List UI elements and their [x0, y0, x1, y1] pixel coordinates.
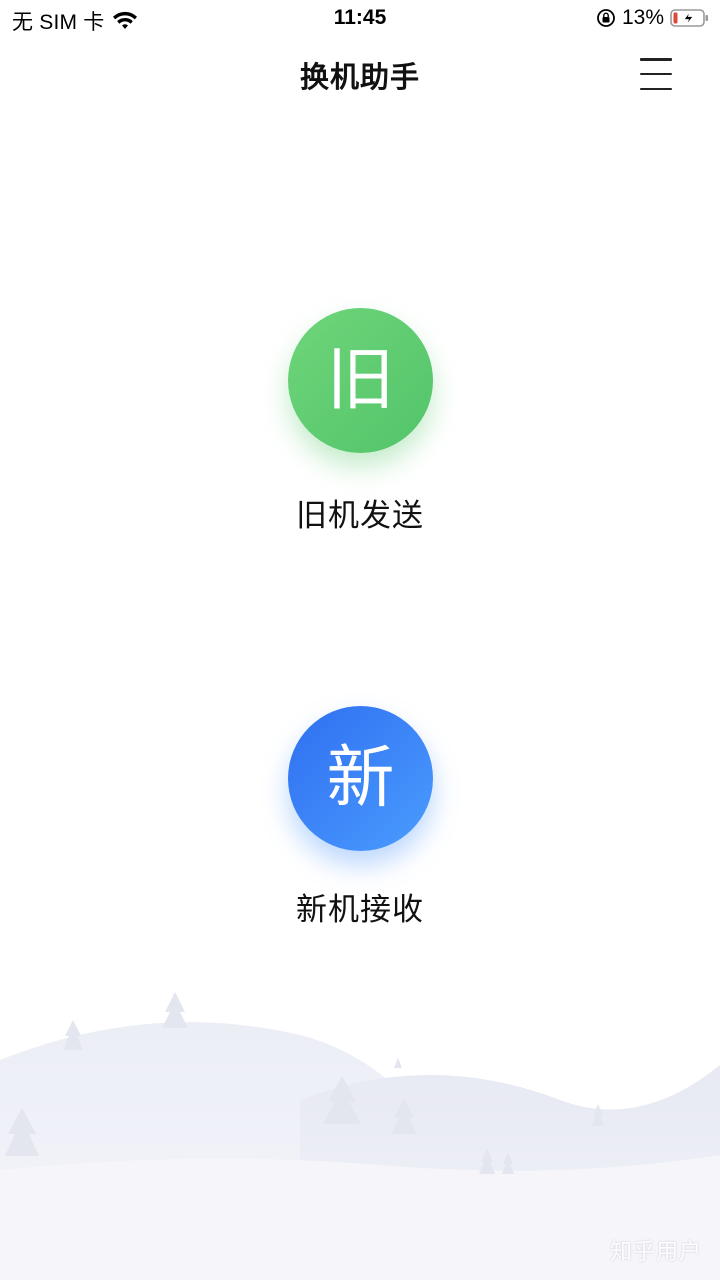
battery-percent: 13% [621, 6, 664, 29]
watermark: 知乎用户 [609, 1240, 702, 1265]
menu-icon-line [640, 72, 672, 76]
screen: 无 SIM 卡 11:45 13% 换机助手 旧 旧机发送 新 新机接收 知乎用… [0, 0, 720, 1280]
rotation-lock-icon [597, 9, 615, 27]
old-phone-send-label[interactable]: 旧机发送 [0, 490, 720, 535]
nav-bar: 换机助手 [0, 36, 720, 112]
new-phone-receive-label[interactable]: 新机接收 [0, 884, 720, 929]
new-phone-receive-button[interactable]: 新 [288, 706, 433, 851]
status-bar: 无 SIM 卡 11:45 13% [0, 0, 720, 36]
menu-icon [640, 58, 672, 61]
status-right: 13% [596, 6, 710, 30]
old-phone-send-button[interactable]: 旧 [288, 308, 433, 453]
old-glyph: 旧 [326, 340, 395, 420]
page-title: 换机助手 [299, 60, 420, 94]
battery-charging-icon [670, 9, 708, 27]
new-glyph: 新 [326, 738, 395, 818]
menu-button[interactable] [636, 56, 676, 92]
menu-icon-line [640, 87, 672, 90]
